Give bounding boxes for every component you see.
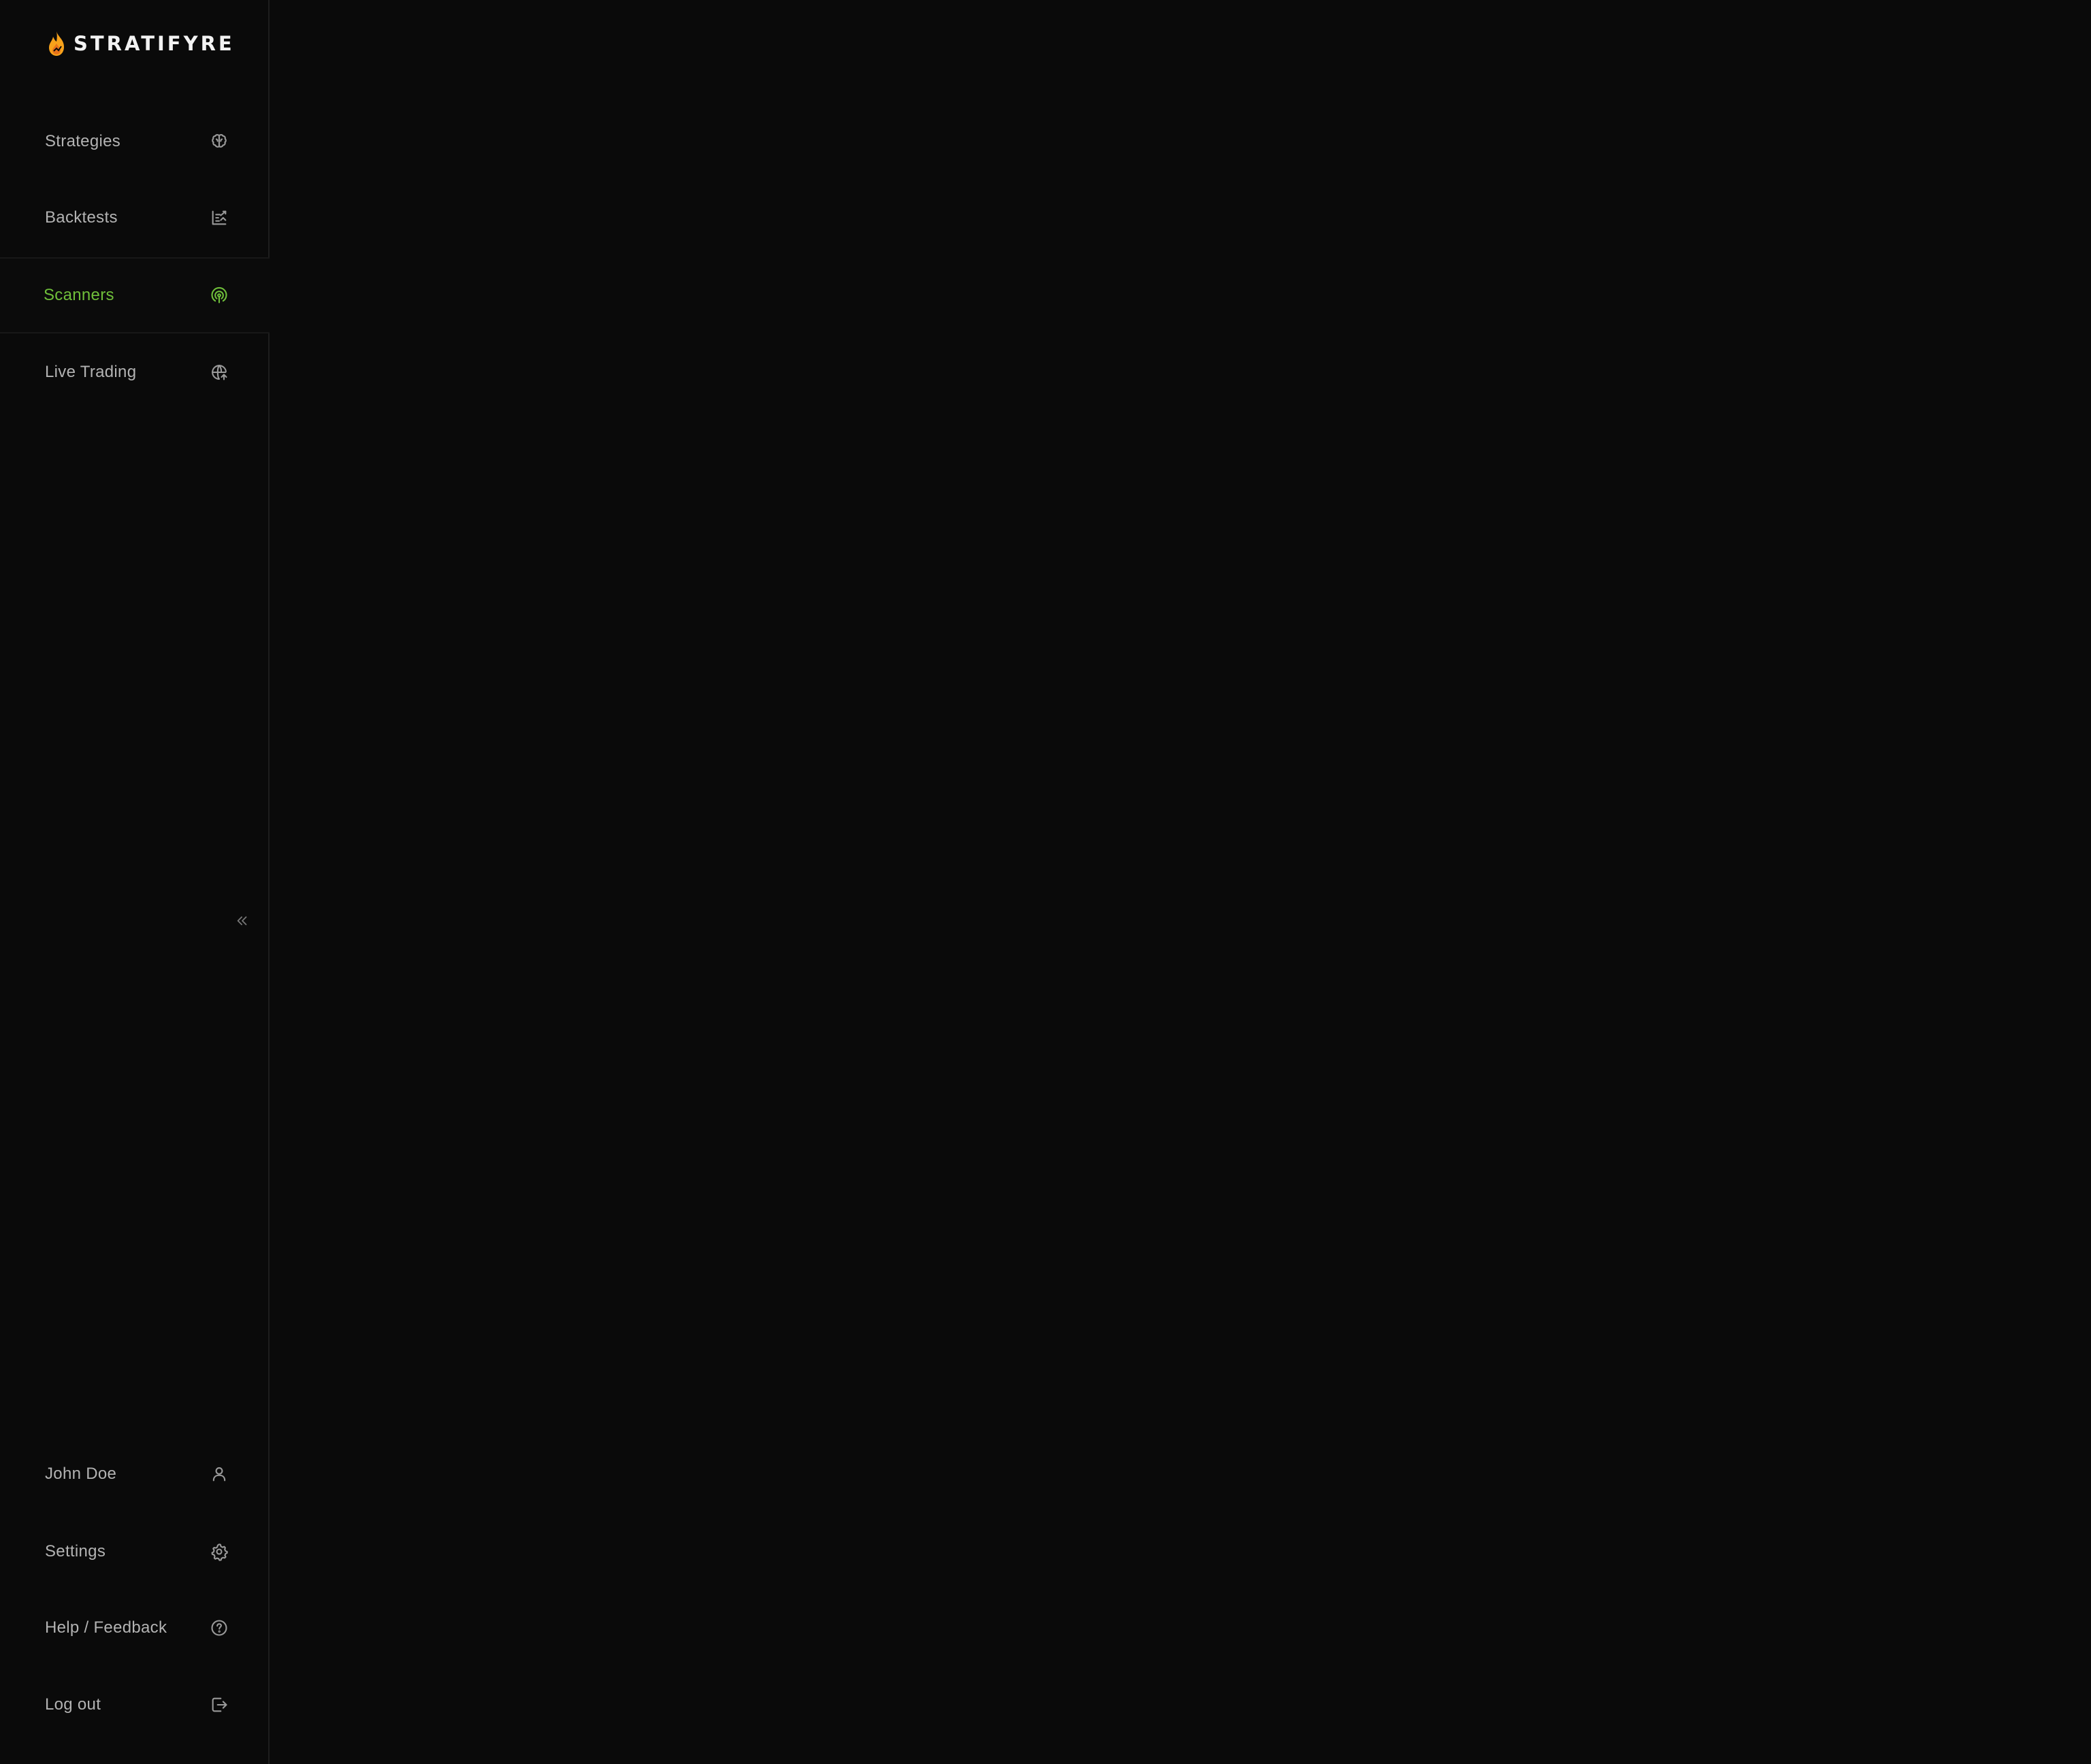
- gear-icon: [210, 1542, 229, 1561]
- sidebar-item-label: Strategies: [45, 132, 121, 150]
- sidebar-item-label: Help / Feedback: [45, 1618, 167, 1637]
- sidebar-item-label: Log out: [45, 1695, 101, 1714]
- main-content: [270, 0, 2091, 1764]
- sidebar-item-label: Live Trading: [45, 363, 137, 381]
- sidebar-item-strategies[interactable]: Strategies: [0, 103, 268, 180]
- radar-icon: [210, 286, 229, 305]
- sidebar-item-settings[interactable]: Settings: [0, 1514, 268, 1590]
- sidebar-item-live-trading[interactable]: Live Trading: [0, 334, 268, 410]
- sidebar-item-profile[interactable]: John Doe: [0, 1436, 268, 1512]
- app-root: STRATIFYRE Strategies Backtests Scanners…: [0, 0, 2091, 1764]
- sidebar-item-logout[interactable]: Log out: [0, 1667, 268, 1743]
- sidebar-item-label: Scanners: [44, 286, 114, 304]
- sidebar-item-label: John Doe: [45, 1465, 117, 1483]
- sidebar-item-scanners[interactable]: Scanners: [0, 257, 270, 333]
- flame-logo-icon: [45, 30, 68, 57]
- chart-history-icon: [210, 208, 229, 227]
- sidebar-item-label: Backtests: [45, 208, 118, 227]
- sidebar-item-help[interactable]: Help / Feedback: [0, 1590, 268, 1666]
- chevrons-left-icon: [235, 913, 250, 932]
- logout-icon: [210, 1695, 229, 1714]
- user-icon: [210, 1465, 229, 1484]
- brand-name: STRATIFYRE: [74, 32, 235, 55]
- brand-logo[interactable]: STRATIFYRE: [45, 27, 235, 60]
- brain-icon: [210, 132, 229, 151]
- help-circle-icon: [210, 1618, 229, 1637]
- sidebar: STRATIFYRE Strategies Backtests Scanners…: [0, 0, 270, 1764]
- sidebar-item-label: Settings: [45, 1542, 106, 1561]
- globe-icon: [210, 363, 229, 382]
- sidebar-item-backtests[interactable]: Backtests: [0, 180, 268, 256]
- collapse-sidebar-button[interactable]: [234, 912, 250, 932]
